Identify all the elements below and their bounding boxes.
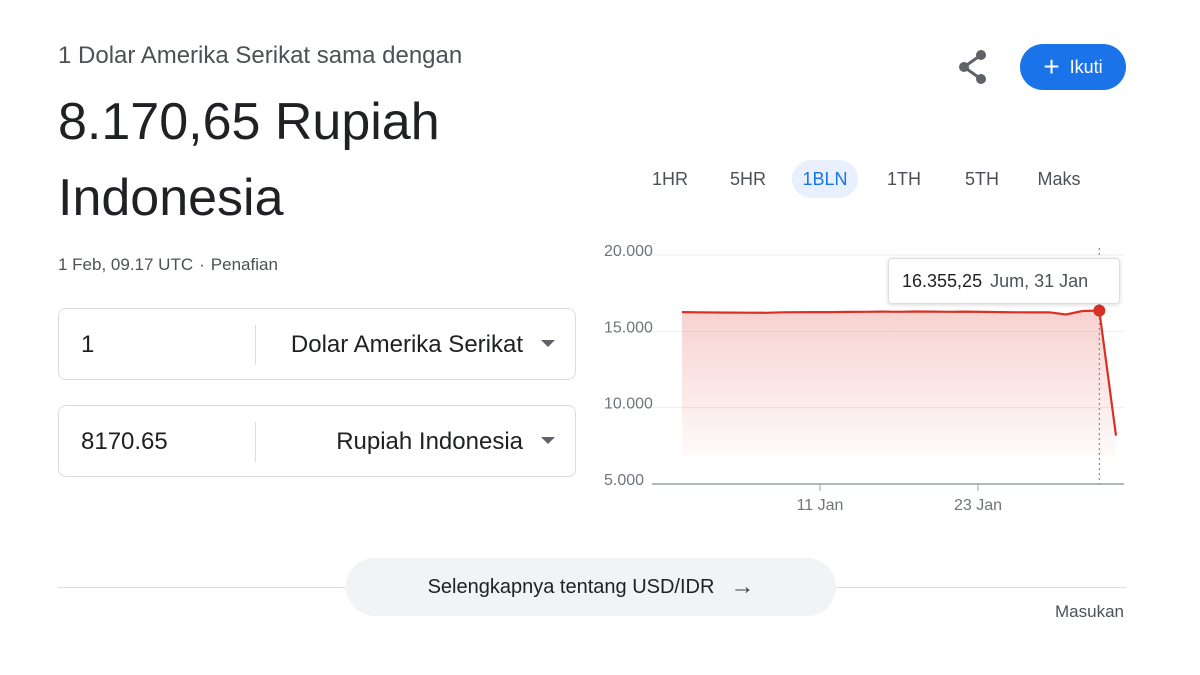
plus-icon: + xyxy=(1043,51,1060,82)
share-icon xyxy=(959,50,986,84)
timestamp: 1 Feb, 09.17 UTC xyxy=(58,255,194,274)
tab-5hr[interactable]: 5HR xyxy=(716,160,780,198)
hover-point xyxy=(1093,304,1106,317)
y-axis: 20.000 15.000 10.000 5.000 xyxy=(604,243,653,489)
chart-tooltip: 16.355,25 Jum, 31 Jan xyxy=(888,258,1120,304)
y-tick-label: 15.000 xyxy=(604,319,653,336)
to-amount-input[interactable]: 8170.65 xyxy=(81,406,168,478)
share-button[interactable] xyxy=(952,46,996,90)
divider-right xyxy=(834,587,1126,588)
tab-1th[interactable]: 1TH xyxy=(872,160,936,198)
converter-divider xyxy=(255,325,256,365)
tab-5th[interactable]: 5TH xyxy=(950,160,1014,198)
more-about-label: Selengkapnya tentang USD/IDR xyxy=(427,575,715,598)
divider-left xyxy=(58,587,348,588)
dropdown-caret-icon[interactable] xyxy=(541,340,555,347)
chart-area xyxy=(682,310,1116,457)
follow-button[interactable]: + Ikuti xyxy=(1020,44,1126,90)
tab-maks[interactable]: Maks xyxy=(1026,160,1092,198)
tooltip-date: Jum, 31 Jan xyxy=(990,271,1089,291)
separator: · xyxy=(199,255,205,274)
x-axis: 11 Jan 23 Jan xyxy=(797,484,1002,514)
arrow-right-icon: → xyxy=(730,573,755,600)
x-tick-label: 23 Jan xyxy=(954,497,1002,514)
tab-1bln[interactable]: 1BLN xyxy=(792,160,858,198)
timestamp-line: 1 Feb, 09.17 UTC · Penafian xyxy=(58,255,278,275)
to-converter-row: 8170.65 Rupiah Indonesia xyxy=(58,405,576,477)
dropdown-caret-icon[interactable] xyxy=(541,437,555,444)
conversion-subtitle: 1 Dolar Amerika Serikat sama dengan xyxy=(58,42,463,69)
from-currency-select[interactable]: Dolar Amerika Serikat xyxy=(291,309,523,381)
feedback-link[interactable]: Masukan xyxy=(1055,602,1124,622)
disclaimer-link[interactable]: Penafian xyxy=(211,255,278,274)
tab-1hr[interactable]: 1HR xyxy=(638,160,702,198)
y-tick-label: 10.000 xyxy=(604,396,653,413)
more-about-button[interactable]: Selengkapnya tentang USD/IDR → xyxy=(346,558,836,616)
from-converter-row: 1 Dolar Amerika Serikat xyxy=(58,308,576,380)
y-tick-label: 5.000 xyxy=(604,472,644,489)
from-amount-input[interactable]: 1 xyxy=(81,309,94,381)
conversion-result: 8.170,65 Rupiah Indonesia xyxy=(58,93,440,227)
converter-divider xyxy=(255,422,256,462)
tooltip-value: 16.355,25 xyxy=(902,271,983,291)
to-currency-select[interactable]: Rupiah Indonesia xyxy=(336,406,523,478)
x-tick-label: 11 Jan xyxy=(797,497,844,514)
follow-label: Ikuti xyxy=(1069,56,1103,77)
y-tick-label: 20.000 xyxy=(604,243,653,260)
